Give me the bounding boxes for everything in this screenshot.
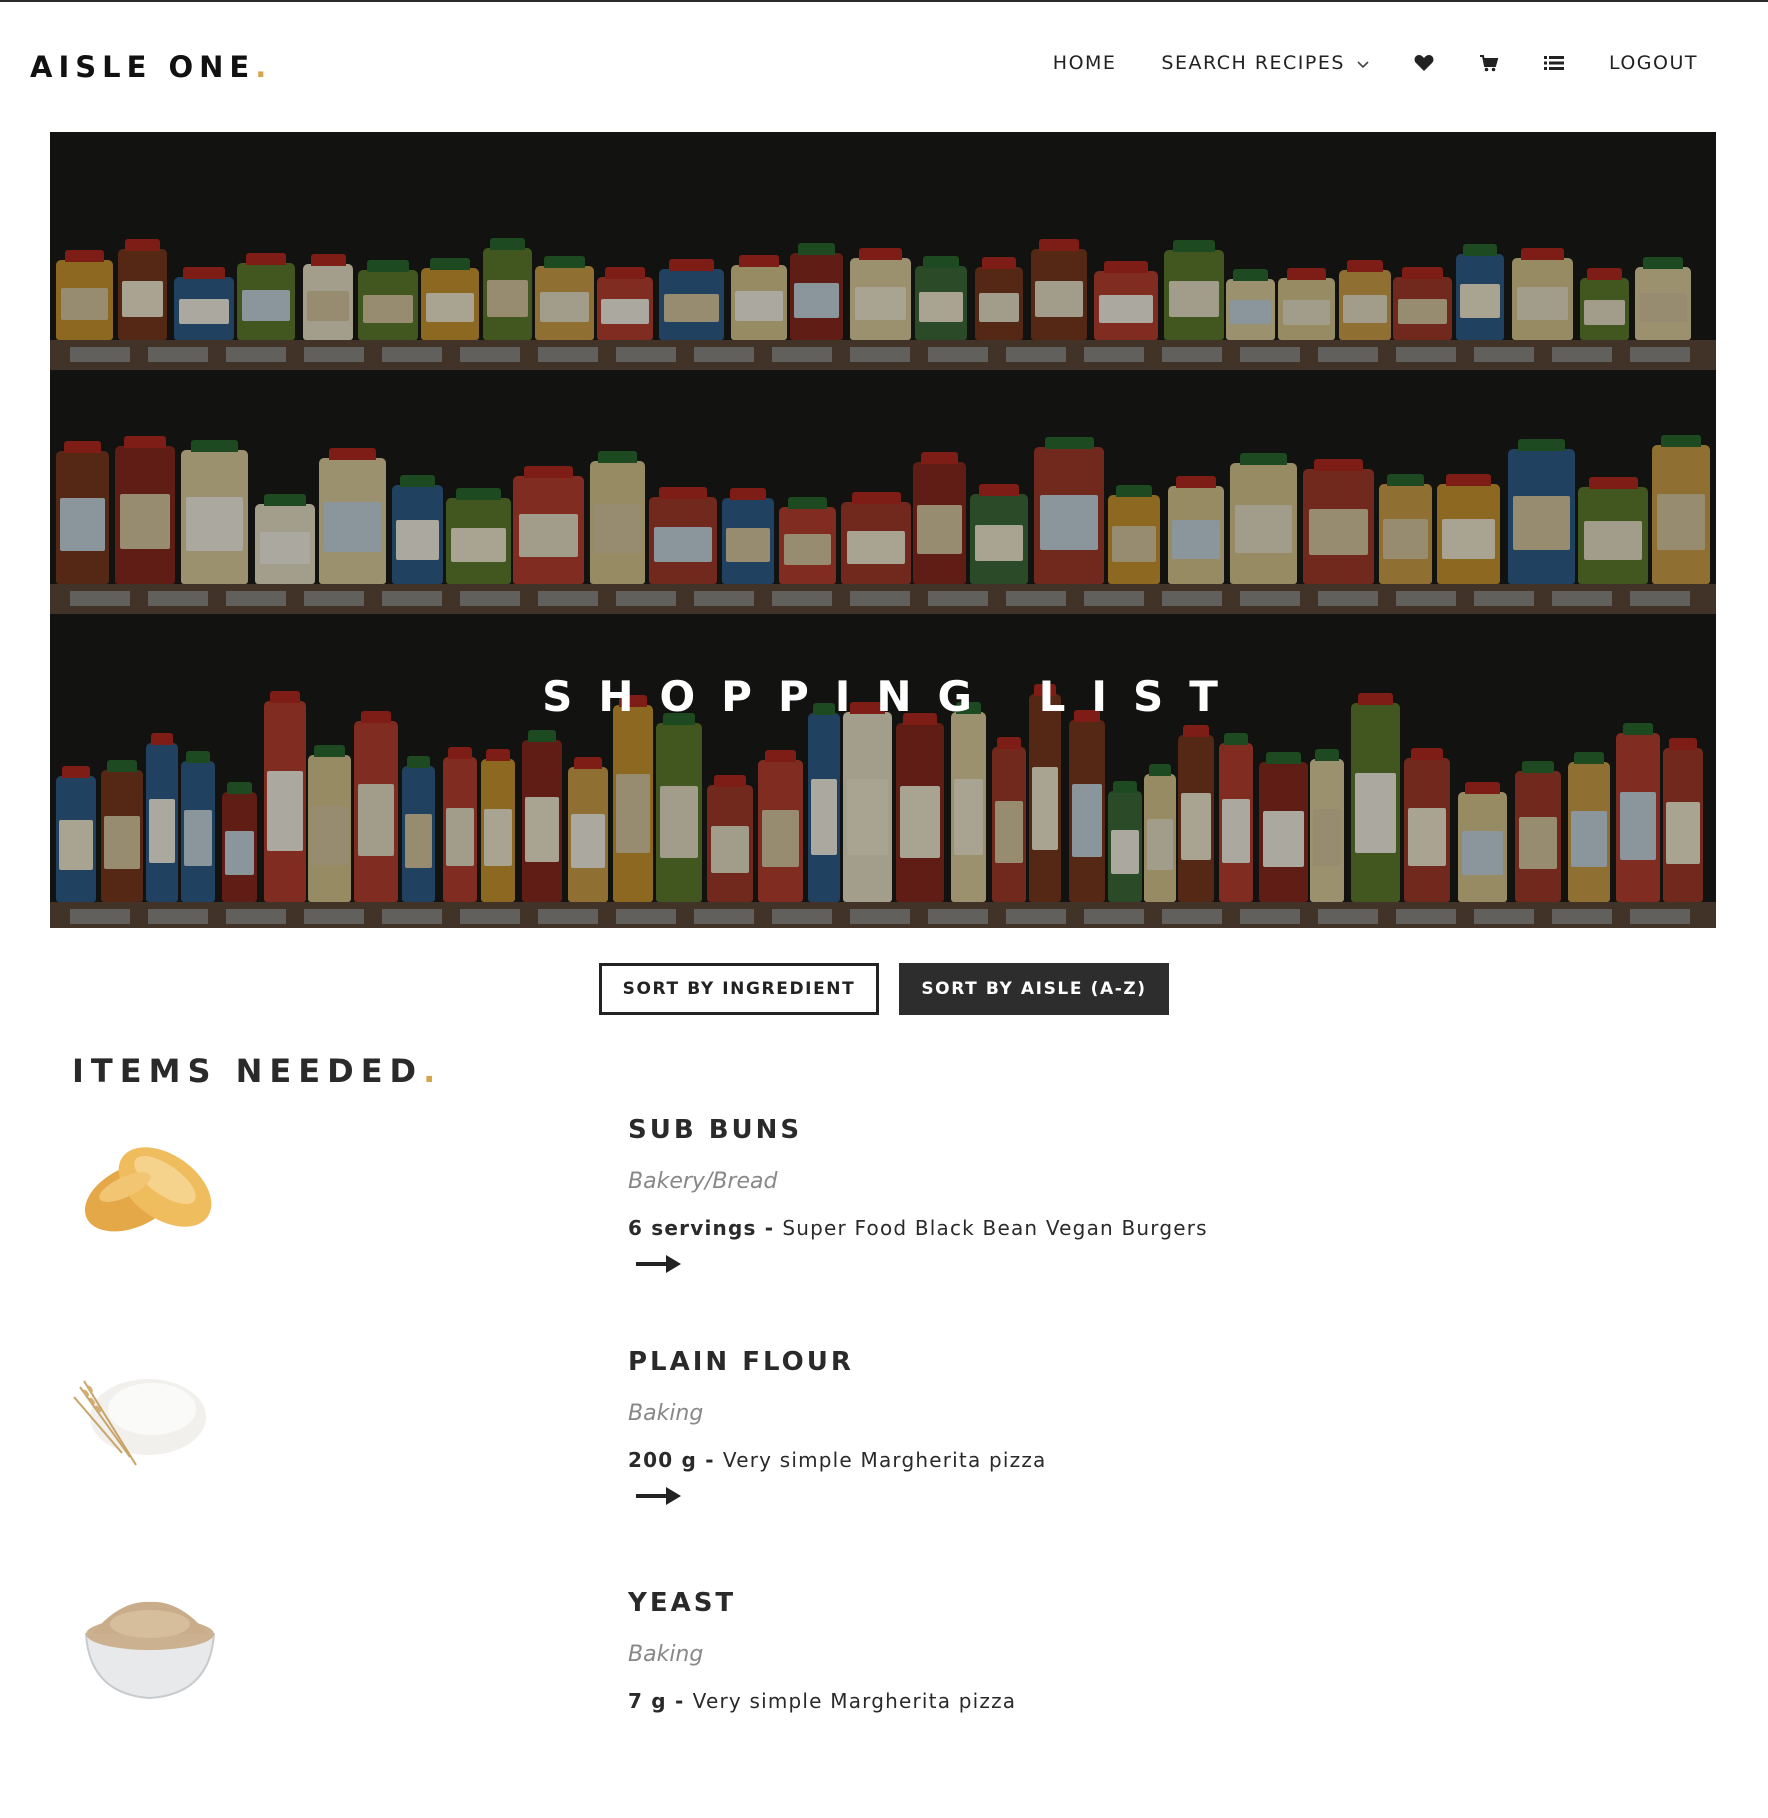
item-detail: 7 g - Very simple Margherita pizza xyxy=(628,1689,1016,1713)
site-header: AISLE ONE. HOME SEARCH RECIPES LOGOUT xyxy=(0,2,1768,132)
nav-search-recipes-label: SEARCH RECIPES xyxy=(1161,52,1345,74)
heart-icon[interactable] xyxy=(1414,54,1434,72)
list-item: SUB BUNS Bakery/Bread 6 servings - Super… xyxy=(0,1115,1768,1345)
item-recipe: Super Food Black Bean Vegan Burgers xyxy=(782,1216,1208,1240)
list-item: YEAST Baking 7 g - Very simple Margherit… xyxy=(0,1588,1768,1818)
logo-dot: . xyxy=(255,50,273,84)
items-needed-text: ITEMS NEEDED xyxy=(72,1052,424,1090)
item-recipe: Very simple Margherita pizza xyxy=(692,1689,1017,1713)
list-icon[interactable] xyxy=(1543,55,1564,71)
item-name: SUB BUNS xyxy=(628,1115,803,1145)
flour-image xyxy=(70,1357,230,1497)
item-aisle: Baking xyxy=(628,1401,704,1426)
sort-by-ingredient-button[interactable]: SORT BY INGREDIENT xyxy=(599,963,879,1015)
nav-logout[interactable]: LOGOUT xyxy=(1609,52,1698,74)
cart-icon[interactable] xyxy=(1479,54,1499,72)
item-separator: - xyxy=(666,1689,693,1713)
item-amount: 7 g xyxy=(628,1689,667,1713)
item-separator: - xyxy=(756,1216,783,1240)
item-aisle: Bakery/Bread xyxy=(628,1169,778,1194)
page-title: SHOPPING LIST xyxy=(542,672,1244,721)
yeast-image xyxy=(70,1594,230,1734)
list-item: PLAIN FLOUR Baking 200 g - Very simple M… xyxy=(0,1347,1768,1577)
site-logo[interactable]: AISLE ONE. xyxy=(30,50,272,84)
main-nav: HOME SEARCH RECIPES LOGOUT xyxy=(1053,52,1698,74)
sort-by-aisle-button[interactable]: SORT BY AISLE (A-Z) xyxy=(899,963,1169,1015)
items-needed-heading: ITEMS NEEDED. xyxy=(72,1052,442,1090)
nav-search-recipes[interactable]: SEARCH RECIPES xyxy=(1161,52,1369,74)
item-amount: 6 servings xyxy=(628,1216,757,1240)
hero-overlay xyxy=(50,132,1716,928)
item-aisle: Baking xyxy=(628,1642,704,1667)
sub-buns-image xyxy=(70,1125,230,1265)
item-recipe: Very simple Margherita pizza xyxy=(722,1448,1047,1472)
item-detail: 6 servings - Super Food Black Bean Vegan… xyxy=(628,1216,1208,1240)
item-name: YEAST xyxy=(628,1588,737,1618)
item-info: SUB BUNS Bakery/Bread 6 servings - Super… xyxy=(628,1115,1208,1278)
item-detail: 200 g - Very simple Margherita pizza xyxy=(628,1448,1046,1472)
hero-banner: SHOPPING LIST xyxy=(50,132,1716,928)
item-name: PLAIN FLOUR xyxy=(628,1347,854,1377)
heading-dot: . xyxy=(423,1052,443,1090)
arrow-right-icon[interactable] xyxy=(636,1254,1208,1278)
item-info: PLAIN FLOUR Baking 200 g - Very simple M… xyxy=(628,1347,1046,1510)
item-info: YEAST Baking 7 g - Very simple Margherit… xyxy=(628,1588,1016,1713)
item-amount: 200 g xyxy=(628,1448,698,1472)
logo-text: AISLE ONE xyxy=(30,50,256,84)
item-separator: - xyxy=(697,1448,723,1472)
sort-controls: SORT BY INGREDIENT SORT BY AISLE (A-Z) xyxy=(0,963,1768,1015)
arrow-right-icon[interactable] xyxy=(636,1486,1046,1510)
chevron-down-icon xyxy=(1357,52,1369,74)
nav-home[interactable]: HOME xyxy=(1053,52,1117,74)
